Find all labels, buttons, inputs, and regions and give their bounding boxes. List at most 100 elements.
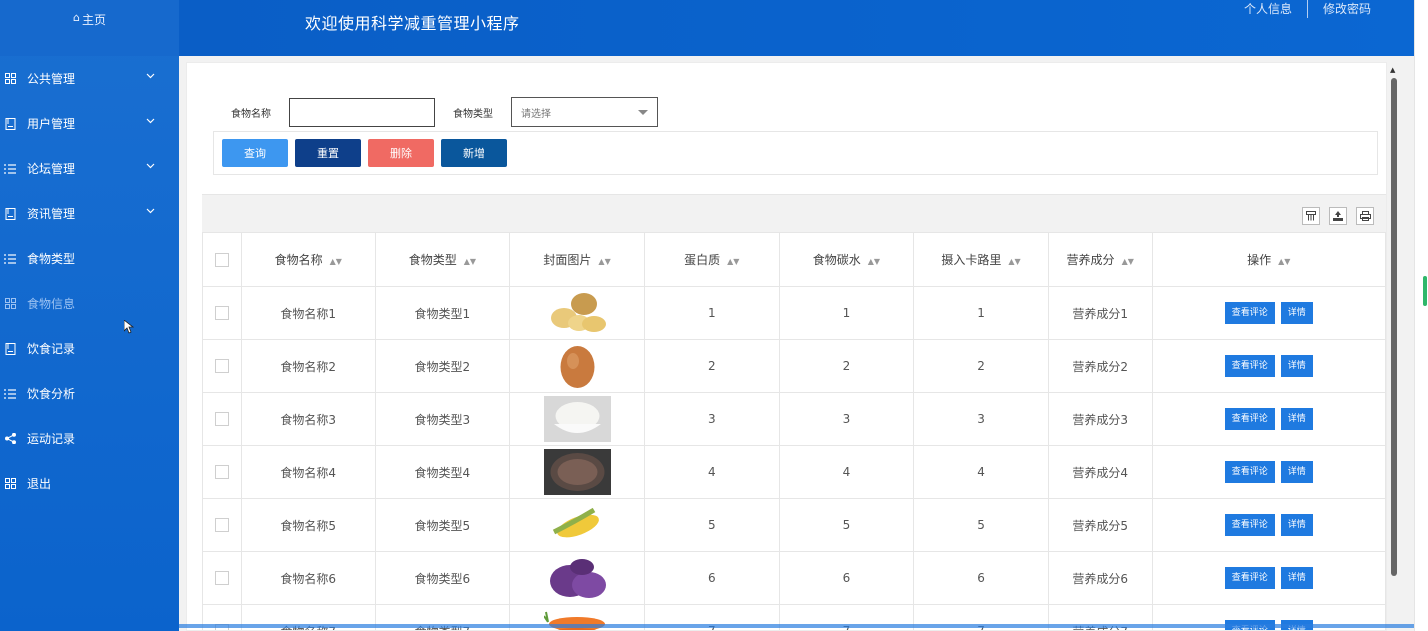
action-buttons: 查询 重置 删除 新增 [213, 131, 1378, 175]
sidebar-item-public[interactable]: 公共管理 [0, 56, 179, 101]
column-header-actions[interactable]: 操作 ▲▼ [1151, 232, 1386, 287]
sort-icon: ▲▼ [329, 257, 342, 266]
view-comments-button[interactable]: 查看评论 [1224, 461, 1275, 483]
sidebar-item-label: 运动记录 [27, 432, 76, 446]
select-all-checkbox[interactable] [214, 252, 229, 267]
change-password-link[interactable]: 修改密码 [1308, 0, 1386, 18]
sort-icon: ▲▼ [1278, 257, 1291, 266]
table-row: 食物名称2 食物类型2 2 2 2 营养成分2 查看评论 详情 [202, 339, 1386, 393]
cell-calories: 1 [913, 286, 1049, 340]
cell-name: 食物名称5 [240, 498, 376, 552]
top-header: 欢迎使用科学减重管理小程序 个人信息 修改密码 [179, 0, 1414, 56]
sidebar-menu: 公共管理 用户管理 论坛管理 资讯管理 食物类型 食物信息 饮食记录 饮食分析 … [0, 56, 179, 506]
table-row: 食物名称5 食物类型5 5 5 5 营养成分5 查看评论 详情 [202, 498, 1386, 552]
reset-button[interactable]: 重置 [295, 139, 361, 167]
view-comments-button[interactable]: 查看评论 [1224, 355, 1275, 377]
cell-nutrition: 营养成分5 [1047, 498, 1153, 552]
column-header-type[interactable]: 食物类型 ▲▼ [374, 232, 511, 287]
view-comments-button[interactable]: 查看评论 [1224, 408, 1275, 430]
column-header-protein[interactable]: 蛋白质 ▲▼ [643, 232, 780, 287]
list-icon [3, 252, 17, 266]
row-checkbox[interactable] [214, 571, 229, 586]
sidebar-item-exercise-record[interactable]: 运动记录 [0, 416, 179, 461]
cell-protein: 4 [643, 445, 780, 499]
sidebar-item-logout[interactable]: 退出 [0, 461, 179, 506]
details-button[interactable]: 详情 [1280, 514, 1313, 536]
column-header-image[interactable]: 封面图片 ▲▼ [509, 232, 645, 287]
list-icon [3, 387, 17, 401]
book-icon [3, 117, 17, 131]
sidebar-item-label: 论坛管理 [27, 162, 76, 176]
chevron-down-icon [146, 71, 155, 82]
column-header-carbs[interactable]: 食物碳水 ▲▼ [778, 232, 915, 287]
food-name-input[interactable] [289, 97, 435, 127]
sidebar-item-forum[interactable]: 论坛管理 [0, 146, 179, 191]
query-button[interactable]: 查询 [222, 139, 288, 167]
add-button[interactable]: 新增 [441, 139, 507, 167]
sort-icon: ▲▼ [727, 257, 740, 266]
rice-image [543, 396, 611, 442]
cell-protein: 1 [643, 286, 780, 340]
cell-protein: 3 [643, 392, 780, 446]
details-button[interactable]: 详情 [1280, 461, 1313, 483]
export-icon[interactable] [1329, 207, 1347, 225]
view-comments-button[interactable]: 查看评论 [1224, 567, 1275, 589]
cell-nutrition: 营养成分4 [1047, 445, 1153, 499]
cell-type: 食物类型1 [374, 286, 511, 340]
row-checkbox[interactable] [214, 518, 229, 533]
egg-image [543, 343, 611, 389]
table-row: 食物名称3 食物类型3 3 3 3 营养成分3 查看评论 详情 [202, 392, 1386, 446]
row-checkbox[interactable] [214, 412, 229, 427]
details-button[interactable]: 详情 [1280, 302, 1313, 324]
sidebar-item-news[interactable]: 资讯管理 [0, 191, 179, 236]
sidebar-item-diet-record[interactable]: 饮食记录 [0, 326, 179, 371]
columns-filter-icon[interactable] [1302, 207, 1320, 225]
select-placeholder: 请选择 [521, 108, 551, 120]
cell-type: 食物类型2 [374, 339, 511, 393]
column-header-name[interactable]: 食物名称 ▲▼ [240, 232, 376, 287]
sidebar-item-label: 资讯管理 [27, 207, 76, 221]
caret-down-icon [638, 109, 648, 115]
scrollbar-thumb[interactable] [1391, 78, 1397, 576]
print-icon[interactable] [1356, 207, 1374, 225]
home-link[interactable]: ⌂ 主页 [0, 0, 179, 56]
view-comments-button[interactable]: 查看评论 [1224, 302, 1275, 324]
scroll-up-icon[interactable]: ▲ [1390, 66, 1395, 74]
potato-image [543, 290, 611, 336]
vertical-scrollbar[interactable]: ▲ [1389, 66, 1397, 631]
personal-info-link[interactable]: 个人信息 [1229, 0, 1307, 18]
row-checkbox[interactable] [214, 306, 229, 321]
grid-icon [3, 477, 17, 491]
view-comments-button[interactable]: 查看评论 [1224, 514, 1275, 536]
grid-icon [3, 72, 17, 86]
table-row: 食物名称6 食物类型6 6 6 6 营养成分6 查看评论 详情 [202, 551, 1386, 605]
cell-type: 食物类型6 [374, 551, 511, 605]
sidebar-item-food-info[interactable]: 食物信息 [0, 281, 179, 326]
search-form: 食物名称 食物类型 请选择 [231, 97, 658, 127]
mouse-cursor-icon [123, 319, 135, 337]
column-header-nutrition[interactable]: 营养成分 ▲▼ [1047, 232, 1153, 287]
row-checkbox[interactable] [214, 465, 229, 480]
cell-name: 食物名称6 [240, 551, 376, 605]
sidebar-item-diet-analysis[interactable]: 饮食分析 [0, 371, 179, 416]
sidebar-item-label: 退出 [27, 477, 52, 491]
sidebar-item-users[interactable]: 用户管理 [0, 101, 179, 146]
cell-name: 食物名称4 [240, 445, 376, 499]
row-checkbox[interactable] [214, 359, 229, 374]
cell-calories: 6 [913, 551, 1049, 605]
details-button[interactable]: 详情 [1280, 408, 1313, 430]
sidebar-item-label: 用户管理 [27, 117, 76, 131]
sidebar-item-food-type[interactable]: 食物类型 [0, 236, 179, 281]
details-button[interactable]: 详情 [1280, 567, 1313, 589]
food-type-select[interactable]: 请选择 [511, 97, 658, 127]
cell-nutrition: 营养成分6 [1047, 551, 1153, 605]
table-toolbar [202, 194, 1386, 233]
cell-carbs: 1 [778, 286, 915, 340]
food-type-label: 食物类型 [453, 108, 493, 120]
cell-calories: 3 [913, 392, 1049, 446]
cell-calories: 4 [913, 445, 1049, 499]
column-header-calories[interactable]: 摄入卡路里 ▲▼ [913, 232, 1049, 287]
noodles-image [543, 449, 611, 495]
details-button[interactable]: 详情 [1280, 355, 1313, 377]
delete-button[interactable]: 删除 [368, 139, 434, 167]
